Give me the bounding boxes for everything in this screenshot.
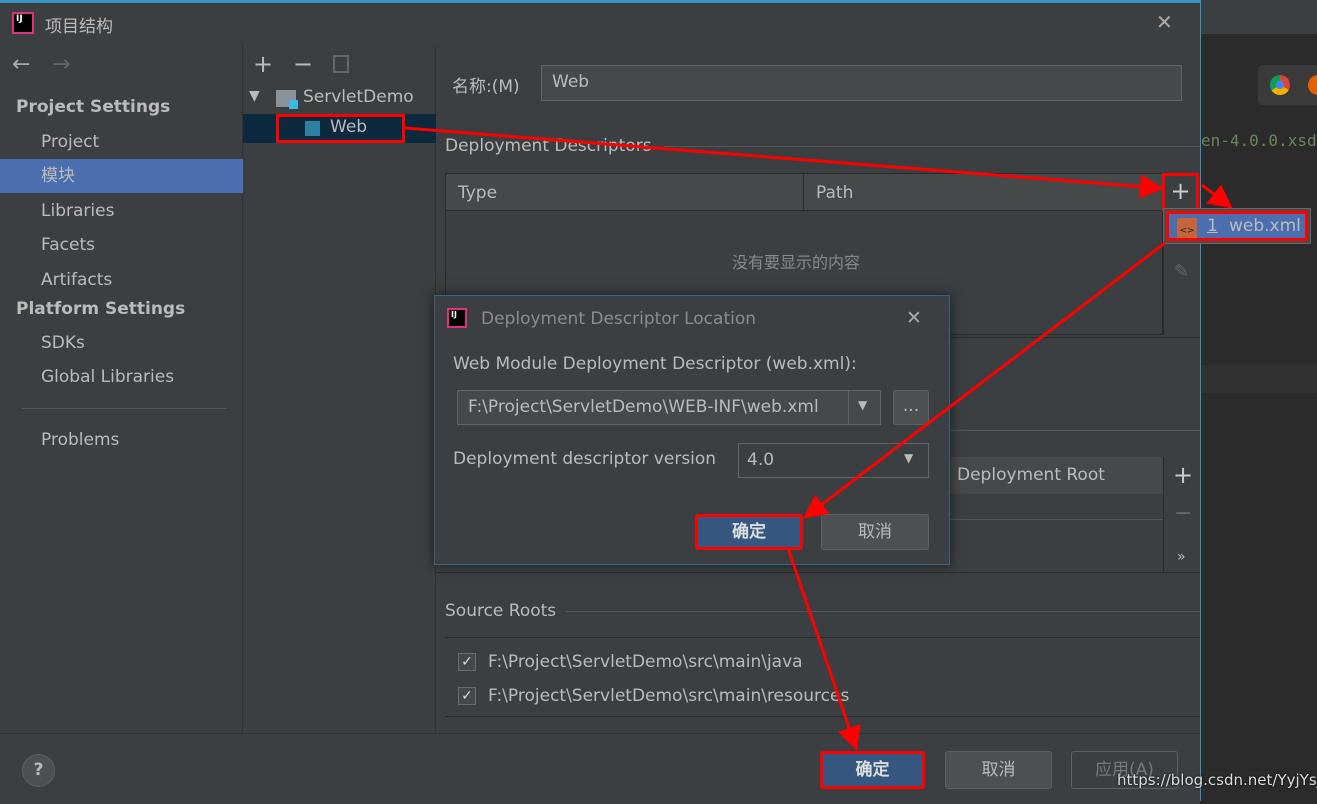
column-type[interactable]: Type [458,183,497,203]
bottom-bar: ? 确定 取消 应用(A) [0,733,1200,804]
remove-root-icon[interactable]: − [1174,501,1192,526]
help-button[interactable]: ? [22,754,55,787]
deployment-descriptors-heading: Deployment Descriptors [445,136,652,156]
cancel-button[interactable]: 取消 [945,751,1052,789]
sidebar-item-problems[interactable]: Problems [0,423,243,457]
add-root-icon[interactable]: + [1173,461,1193,489]
dialog-title: Deployment Descriptor Location [481,309,757,329]
dialog-cancel-button[interactable]: 取消 [821,514,929,550]
source-roots-list: ✓ F:\Project\ServletDemo\src\main\java ✓… [445,637,1200,717]
title-bar: IJ 项目结构 ✕ [0,3,1200,45]
popup-item-web-xml[interactable]: <> 1 web.xml [1166,211,1308,241]
xml-file-icon: <> [1177,218,1197,238]
close-icon[interactable]: ✕ [1156,10,1173,34]
sidebar-item-sdks[interactable]: SDKs [0,326,243,360]
sidebar-item-libraries[interactable]: Libraries [0,194,243,228]
divider [664,146,1200,147]
arrow [1201,183,1233,209]
window-title: 项目结构 [45,17,113,37]
empty-text: 没有要显示的内容 [732,253,861,272]
sidebar-item-modules[interactable]: 模块 [0,159,243,193]
web-module-icon [305,121,320,136]
more-icon[interactable]: » [1177,549,1186,565]
edit-pencil-icon[interactable]: ✎ [1174,261,1189,282]
column-deployment-root[interactable]: Deployment Root [948,457,1163,494]
divider [22,408,227,409]
root-path: F:\Project\ServletDemo\src\main\java [488,652,803,672]
remove-icon[interactable]: − [293,50,313,78]
dropdown-arrow-icon[interactable]: ▼ [858,398,867,412]
sidebar-item-project[interactable]: Project [0,125,243,159]
dropdown-arrow-icon: ▼ [904,451,914,465]
name-input[interactable]: Web [541,65,1182,101]
dialog-close-icon[interactable]: ✕ [906,307,922,329]
source-roots-heading: Source Roots [445,601,557,621]
deployment-descriptor-dialog: IJ Deployment Descriptor Location ✕ Web … [434,295,950,565]
firefox-icon[interactable] [1308,75,1317,95]
divider [948,519,1163,520]
sidebar-item-global-libraries[interactable]: Global Libraries [0,360,243,394]
copy-icon[interactable] [333,55,349,73]
ok-button[interactable]: 确定 [820,751,925,789]
watermark: https://blog.csdn.net/YyjYsj [1117,771,1317,789]
folder-icon [276,90,298,109]
table-toolbar: + ✎ [1162,173,1200,335]
intellij-logo-icon: IJ [447,308,467,328]
editor-strip [1201,365,1317,393]
platform-settings-heading: Platform Settings [16,299,186,319]
root-checkbox[interactable]: ✓ [458,653,476,671]
tree-item-web-label: Web [330,117,368,137]
back-arrow-icon[interactable]: ← [12,52,30,77]
settings-sidebar: ← → Project Settings Project 模块 Librarie… [0,45,243,733]
module-tree: + − ▼ ServletDemo Web [243,45,436,733]
version-value: 4.0 [747,450,775,470]
editor-code: en-4.0.0.xsd [1201,131,1317,150]
name-label: 名称:(M) [452,77,520,97]
chrome-icon[interactable] [1270,75,1290,95]
divider [566,611,1200,612]
sidebar-item-artifacts[interactable]: Artifacts [0,263,243,297]
browser-icons [1258,65,1317,105]
descriptor-path-combobox[interactable]: F:\Project\ServletDemo\WEB-INF\web.xml ▼ [457,390,881,425]
tree-root-servletdemo[interactable]: ServletDemo [303,87,414,107]
browse-button[interactable]: ... [893,390,929,425]
popup-item-label: web.xml [1229,216,1301,236]
project-settings-heading: Project Settings [16,97,171,117]
add-descriptor-popup: <> 1 web.xml [1163,208,1311,244]
root-checkbox[interactable]: ✓ [458,687,476,705]
column-path[interactable]: Path [816,183,853,203]
add-descriptor-button[interactable]: + [1162,173,1199,211]
roots-toolbar: + − » [1163,457,1200,572]
sidebar-item-facets[interactable]: Facets [0,228,243,262]
root-path: F:\Project\ServletDemo\src\main\resource… [488,686,850,706]
popup-item-number: 1 [1207,216,1218,236]
descriptor-label: Web Module Deployment Descriptor (web.xm… [453,354,857,374]
intellij-logo-icon: IJ [12,12,34,34]
dialog-ok-button[interactable]: 确定 [695,514,803,550]
expand-triangle-icon[interactable]: ▼ [249,88,260,104]
version-select[interactable]: 4.0 ▼ [738,443,929,478]
add-icon[interactable]: + [253,50,273,78]
tree-item-web[interactable]: Web [243,114,436,143]
divider [436,572,1200,573]
forward-arrow-icon[interactable]: → [52,52,70,77]
editor-tabbar [1201,0,1317,34]
descriptor-path-value: F:\Project\ServletDemo\WEB-INF\web.xml [468,397,819,417]
column-deployment-root-label: Deployment Root [957,465,1105,485]
version-label: Deployment descriptor version [453,449,717,469]
